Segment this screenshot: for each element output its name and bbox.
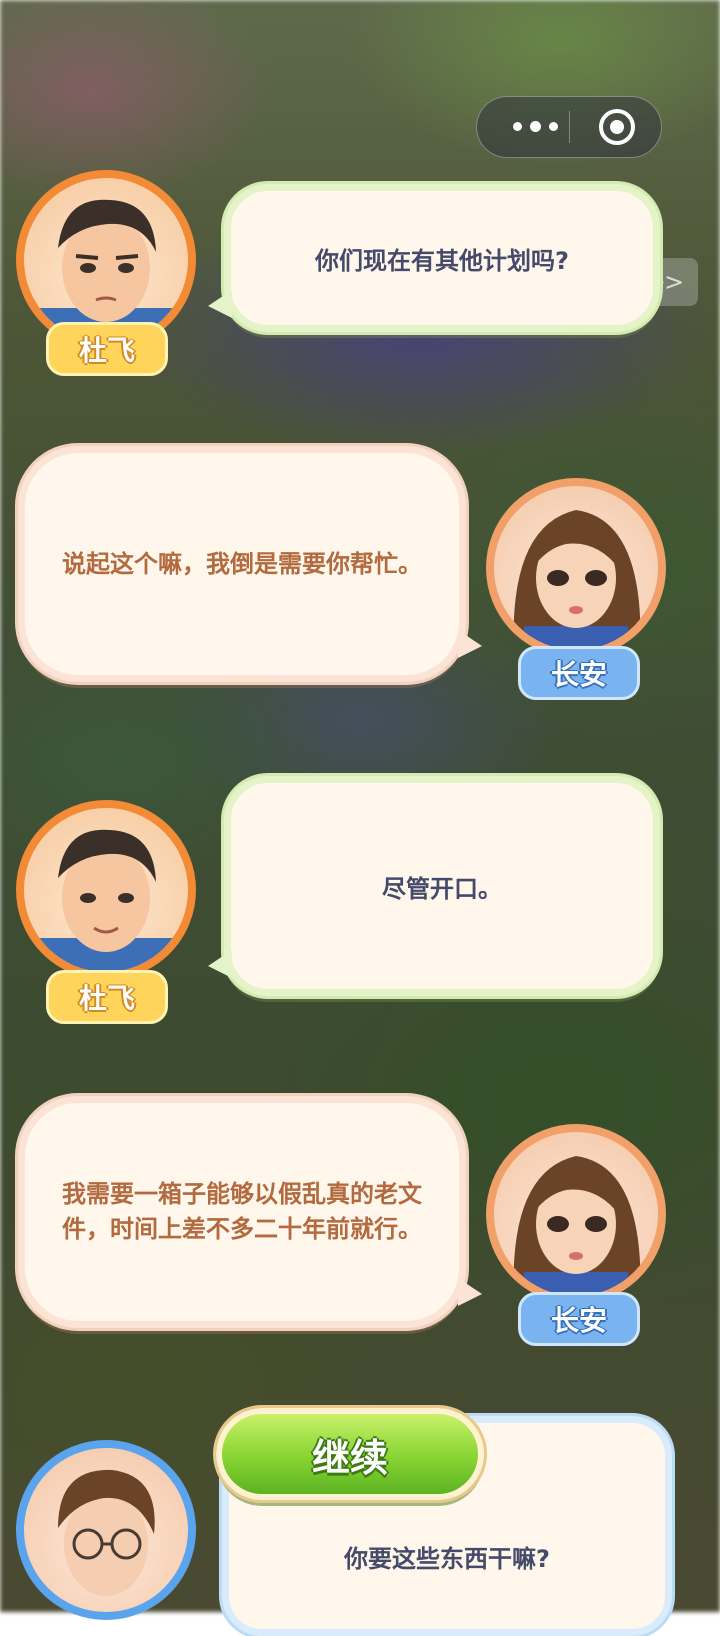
bubble-tail xyxy=(208,290,232,318)
target-circle-icon[interactable] xyxy=(599,109,635,145)
avatar-changan xyxy=(486,478,666,658)
dufei-face-icon xyxy=(24,199,188,342)
dialog-bubble: 你们现在有其他计划吗? xyxy=(224,184,660,332)
speaker-tag: 杜飞 xyxy=(46,970,168,1024)
dialog-bubble: 我需要一箱子能够以假乱真的老文件，时间上差不多二十年前就行。 xyxy=(18,1096,466,1328)
more-dots-icon[interactable] xyxy=(499,97,571,156)
speaker-tag: 长安 xyxy=(518,646,640,700)
glasses-character-face-icon xyxy=(58,1469,155,1596)
bubble-tail xyxy=(208,950,232,978)
dufei-face-icon xyxy=(24,829,188,972)
speaker-tag: 长安 xyxy=(518,1292,640,1346)
avatar-changan xyxy=(486,1124,666,1304)
bubble-tail xyxy=(458,1278,482,1306)
changan-face-icon xyxy=(513,510,641,650)
dialog-bubble: 说起这个嘛，我倒是需要你帮忙。 xyxy=(18,446,466,682)
capsule-divider xyxy=(569,111,570,143)
miniapp-capsule xyxy=(476,96,662,158)
continue-button[interactable]: 继续 xyxy=(216,1408,484,1500)
bubble-tail xyxy=(458,630,482,658)
avatar-dufei xyxy=(16,800,196,980)
avatar-current-speaker xyxy=(16,1440,196,1620)
dialog-bubble: 尽管开口。 xyxy=(224,776,660,996)
speaker-tag: 杜飞 xyxy=(46,322,168,376)
changan-face-icon xyxy=(513,1156,641,1296)
